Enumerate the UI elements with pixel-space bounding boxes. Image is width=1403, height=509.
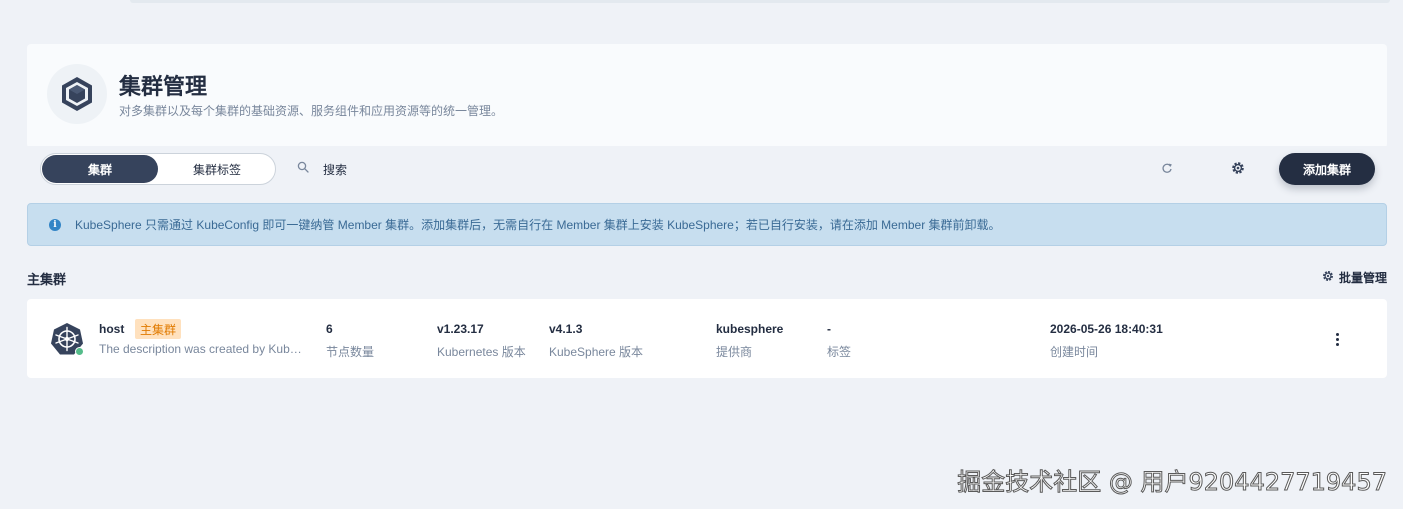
cluster-description: The description was created by KubeSpher… xyxy=(99,342,305,356)
page-banner: 集群管理 对多集群以及每个集群的基础资源、服务组件和应用资源等的统一管理。 xyxy=(27,44,1387,148)
k8s-version-label: Kubernetes 版本 xyxy=(437,345,526,359)
view-switcher: 集群 集群标签 xyxy=(40,153,276,185)
created-value: 2026-05-26 18:40:31 xyxy=(1050,322,1163,336)
status-dot xyxy=(75,347,84,356)
notice-text: KubeSphere 只需通过 KubeConfig 即可一键纳管 Member… xyxy=(75,218,1001,232)
cluster-role-badge: 主集群 xyxy=(135,319,182,339)
watermark: 掘金技术社区 @ 用户9204427719457 xyxy=(957,468,1388,497)
info-notice: i KubeSphere 只需通过 KubeConfig 即可一键纳管 Memb… xyxy=(27,203,1387,246)
ks-version-column: v4.1.3 KubeSphere 版本 xyxy=(549,322,643,360)
add-cluster-button[interactable]: 添加集群 xyxy=(1279,153,1375,185)
tab-cluster-labels[interactable]: 集群标签 xyxy=(159,155,275,183)
cluster-card[interactable]: host 主集群 The description was created by … xyxy=(27,299,1387,378)
k8s-version-column: v1.23.17 Kubernetes 版本 xyxy=(437,322,526,360)
provider-column: kubesphere 提供商 xyxy=(716,322,783,360)
labels-column: - 标签 xyxy=(827,322,851,360)
provider-value: kubesphere xyxy=(716,322,784,336)
provider-label: 提供商 xyxy=(716,345,753,359)
cluster-cube-icon xyxy=(47,64,107,124)
batch-manage-button[interactable]: 批量管理 xyxy=(1322,269,1387,286)
cluster-name[interactable]: host xyxy=(99,322,124,336)
ks-version-value: v4.1.3 xyxy=(549,322,583,336)
search-icon xyxy=(297,160,309,178)
section-title: 主集群 xyxy=(27,272,67,287)
tab-clusters[interactable]: 集群 xyxy=(42,155,158,183)
page-description: 对多集群以及每个集群的基础资源、服务组件和应用资源等的统一管理。 xyxy=(119,104,504,118)
nodes-value: 6 xyxy=(326,322,333,336)
refresh-icon[interactable] xyxy=(1157,158,1177,178)
batch-manage-label: 批量管理 xyxy=(1338,271,1387,285)
labels-value: - xyxy=(827,322,831,336)
info-icon: i xyxy=(49,218,61,231)
page-title: 集群管理 xyxy=(119,74,208,99)
top-strip xyxy=(130,0,1390,3)
created-label: 创建时间 xyxy=(1050,345,1099,359)
search-input[interactable]: 搜索 xyxy=(297,156,347,182)
search-placeholder: 搜索 xyxy=(323,162,348,177)
nodes-label: 节点数量 xyxy=(326,345,375,359)
created-column: 2026-05-26 18:40:31 创建时间 xyxy=(1050,322,1163,360)
kubernetes-helm-icon xyxy=(49,321,85,357)
gear-icon[interactable] xyxy=(1228,158,1248,178)
labels-label: 标签 xyxy=(827,345,852,359)
ks-version-label: KubeSphere 版本 xyxy=(549,345,644,359)
toolbar: 集群 集群标签 搜索 添加集群 xyxy=(27,146,1387,190)
k8s-version-value: v1.23.17 xyxy=(437,322,484,336)
gear-icon xyxy=(1322,270,1334,285)
more-vertical-icon[interactable] xyxy=(1327,327,1347,351)
nodes-column: 6 节点数量 xyxy=(326,322,374,360)
